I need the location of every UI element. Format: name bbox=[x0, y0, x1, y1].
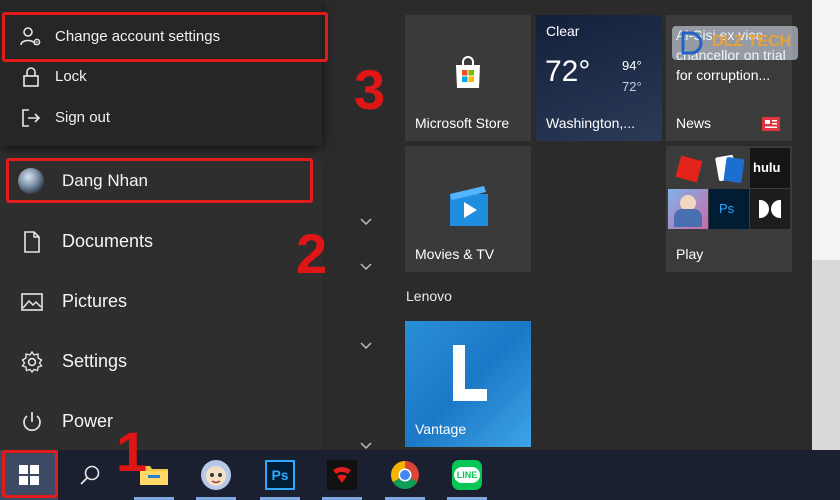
weather-low: 72° bbox=[622, 79, 642, 94]
nav-item-power[interactable]: Power bbox=[0, 392, 322, 450]
tile-play-label: Play bbox=[676, 246, 704, 262]
nav-documents-label: Documents bbox=[62, 230, 154, 251]
news-icon bbox=[762, 117, 780, 131]
search-button[interactable] bbox=[64, 450, 116, 500]
photoshop-icon-label: Ps bbox=[271, 467, 289, 483]
step-number-1: 1 bbox=[116, 420, 148, 483]
tile-store-label: Microsoft Store bbox=[415, 115, 510, 131]
document-icon bbox=[24, 231, 40, 253]
start-left-column: Change account settings Lock Sign out Da… bbox=[0, 0, 328, 450]
lock-item[interactable]: Lock bbox=[0, 56, 322, 96]
step-number-2: 2 bbox=[296, 222, 328, 285]
watermark-d-icon bbox=[681, 31, 703, 55]
tile-weather[interactable]: Clear 72° 94° 72° Washington,... bbox=[536, 15, 662, 141]
sign-out-label: Sign out bbox=[55, 108, 111, 126]
gear-icon bbox=[21, 350, 43, 374]
roblox-app-icon[interactable] bbox=[668, 148, 708, 188]
solitaire-app-icon[interactable] bbox=[709, 148, 749, 188]
nav-pictures-label: Pictures bbox=[62, 290, 128, 311]
step-number-3: 3 bbox=[354, 58, 386, 121]
nav-item-pictures[interactable]: Pictures bbox=[0, 272, 322, 330]
app-avatar-button[interactable] bbox=[190, 450, 242, 500]
highlight-box-change-account bbox=[2, 12, 328, 62]
cartoon-avatar-icon bbox=[201, 460, 231, 490]
chevron-down-icon[interactable] bbox=[359, 261, 373, 271]
weather-condition: Clear bbox=[546, 23, 580, 39]
sign-out-item[interactable]: Sign out bbox=[0, 97, 322, 137]
photoshop-express-app-icon[interactable]: Ps bbox=[709, 189, 749, 229]
tile-vantage-label: Vantage bbox=[415, 421, 467, 437]
hulu-app-icon[interactable]: hulu bbox=[750, 148, 790, 188]
ps-express-label: Ps bbox=[719, 201, 735, 216]
tile-news-label: News bbox=[676, 115, 712, 131]
line-button[interactable]: LINE bbox=[441, 450, 493, 500]
highlight-box-start bbox=[2, 450, 58, 498]
tile-vantage[interactable]: Vantage bbox=[405, 321, 531, 447]
highlight-box-user bbox=[6, 158, 313, 203]
nav-settings-label: Settings bbox=[62, 350, 128, 371]
dolby-app-icon[interactable] bbox=[750, 189, 790, 229]
line-icon: LINE bbox=[452, 460, 482, 490]
weather-high: 94° bbox=[622, 58, 642, 73]
lock-label: Lock bbox=[55, 67, 87, 85]
game-app-icon[interactable] bbox=[668, 189, 708, 229]
garena-button[interactable] bbox=[316, 450, 368, 500]
weather-city: Washington,... bbox=[546, 115, 635, 131]
tile-movies-tv[interactable]: Movies & TV bbox=[405, 146, 531, 272]
garena-logo-shape bbox=[333, 467, 351, 483]
nav-item-settings[interactable]: Settings bbox=[0, 332, 322, 390]
nav-item-documents[interactable]: Documents bbox=[0, 212, 322, 270]
tile-microsoft-store[interactable]: Microsoft Store bbox=[405, 15, 531, 141]
start-menu: Change account settings Lock Sign out Da… bbox=[0, 0, 812, 450]
movies-tv-icon bbox=[450, 186, 488, 226]
group-label-lenovo[interactable]: Lenovo bbox=[406, 288, 452, 304]
vantage-logo-icon bbox=[453, 345, 487, 401]
hulu-label: hulu bbox=[753, 160, 781, 175]
watermark-text: DLZ TECH bbox=[712, 33, 792, 50]
power-icon bbox=[23, 412, 41, 432]
garena-icon bbox=[327, 460, 357, 490]
background-window-edge bbox=[812, 0, 840, 450]
line-icon-label: LINE bbox=[453, 467, 481, 483]
photoshop-button[interactable]: Ps bbox=[254, 450, 306, 500]
chevron-down-icon[interactable] bbox=[359, 440, 373, 450]
store-bag-icon bbox=[456, 56, 480, 88]
lock-icon bbox=[23, 67, 39, 87]
pictures-icon bbox=[21, 293, 43, 311]
tile-play-folder[interactable]: hulu Ps Play bbox=[666, 146, 792, 272]
sign-out-icon bbox=[22, 109, 41, 127]
chrome-icon bbox=[391, 461, 419, 489]
search-icon bbox=[80, 465, 100, 485]
chrome-button[interactable] bbox=[379, 450, 431, 500]
nav-power-label: Power bbox=[62, 410, 114, 431]
chevron-down-icon[interactable] bbox=[359, 216, 373, 226]
weather-temperature: 72° bbox=[545, 55, 591, 88]
photoshop-icon: Ps bbox=[265, 460, 295, 490]
tile-movies-label: Movies & TV bbox=[415, 246, 495, 262]
watermark-logo: DLZ TECH bbox=[672, 26, 798, 60]
chevron-down-icon[interactable] bbox=[359, 340, 373, 350]
